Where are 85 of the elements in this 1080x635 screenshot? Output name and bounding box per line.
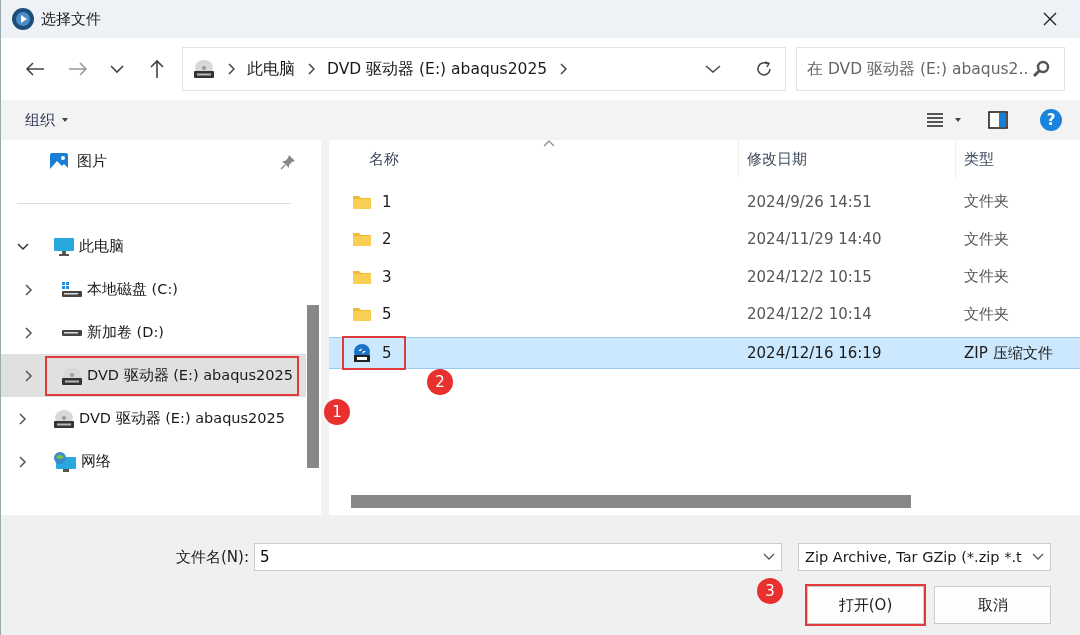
file-row[interactable]: 5 2024/12/16 16:19 ZIP 压缩文件 <box>329 337 1080 369</box>
file-type: 文件夹 <box>963 303 1010 325</box>
chevron-down-icon <box>110 64 124 74</box>
file-type: 文件夹 <box>963 266 1010 288</box>
close-icon <box>1042 11 1058 27</box>
chevron-right-icon[interactable] <box>25 326 33 339</box>
file-name: 1 <box>382 192 392 211</box>
file-name: 2 <box>382 230 392 249</box>
up-arrow-icon <box>148 59 165 79</box>
chevron-down-icon[interactable] <box>17 242 29 251</box>
file-type-dropdown[interactable]: Zip Archive, Tar GZip (*.zip *.t <box>798 543 1051 571</box>
breadcrumb-item[interactable]: DVD 驱动器 (E:) abaqus2025 <box>327 58 548 80</box>
search-input[interactable]: 在 DVD 驱动器 (E:) abaqus2... <box>805 59 1032 79</box>
zip-file-icon <box>352 343 372 363</box>
step-number-badge: 2 <box>427 369 453 395</box>
file-row[interactable]: 1 2024/9/26 14:51 文件夹 <box>329 183 1080 221</box>
folder-icon <box>352 231 372 248</box>
dropdown-arrow-icon <box>61 117 69 123</box>
file-date: 2024/12/16 16:19 <box>746 343 883 364</box>
filename-field[interactable]: 5 <box>254 543 782 571</box>
column-header[interactable]: 名称 <box>329 140 739 178</box>
back-arrow-icon <box>24 61 45 77</box>
organize-menu-button[interactable]: 组织 <box>25 110 69 130</box>
file-date: 2024/11/29 14:40 <box>746 229 883 251</box>
column-header[interactable]: 修改日期 <box>739 140 956 178</box>
disc-drive-icon <box>193 59 215 79</box>
step-number-badge: 3 <box>757 578 783 604</box>
chevron-right-icon <box>559 63 568 75</box>
sidebar-item[interactable]: DVD 驱动器 (E:) abaqus2025 <box>49 400 289 437</box>
column-header[interactable]: 类型 <box>956 140 1080 178</box>
disc-drive-icon <box>53 408 75 429</box>
network-icon <box>53 450 77 473</box>
file-date: 2024/12/2 10:14 <box>746 304 873 326</box>
picture-icon <box>49 151 69 172</box>
drive-icon <box>61 280 83 299</box>
filename-label: 文件名(N): <box>176 547 249 567</box>
file-type: 文件夹 <box>963 191 1010 213</box>
chevron-right-icon[interactable] <box>19 412 27 425</box>
file-name: 5 <box>382 344 392 362</box>
cancel-button[interactable]: 取消 <box>934 586 1051 624</box>
dropdown-arrow-icon <box>954 117 962 123</box>
chevron-right-icon[interactable] <box>19 455 27 468</box>
drive-icon <box>61 327 83 338</box>
address-bar[interactable]: 此电脑 DVD 驱动器 (E:) abaqus2025 <box>182 47 786 91</box>
open-button[interactable]: 打开(O) <box>807 586 924 624</box>
file-name: 3 <box>382 267 392 286</box>
list-view-icon <box>926 113 944 127</box>
file-date: 2024/9/26 14:51 <box>746 191 873 213</box>
sidebar-item[interactable]: 新加卷 (D:) <box>47 314 168 351</box>
file-date: 2024/12/2 10:15 <box>746 266 873 288</box>
forward-arrow-icon <box>67 61 88 77</box>
chevron-right-icon[interactable] <box>25 283 33 296</box>
file-type: ZIP 压缩文件 <box>963 342 1054 364</box>
window-title: 选择文件 <box>41 9 101 29</box>
breadcrumb-item[interactable]: 此电脑 <box>247 58 295 80</box>
sidebar-item[interactable]: 网络 <box>49 443 115 480</box>
scrollbar-thumb[interactable] <box>351 495 911 508</box>
monitor-icon <box>53 236 75 257</box>
chevron-down-icon <box>1032 553 1044 561</box>
step-number-badge: 1 <box>324 399 350 425</box>
file-type: 文件夹 <box>963 228 1010 250</box>
folder-icon <box>352 268 372 285</box>
chevron-right-icon <box>307 63 315 75</box>
chevron-right-icon[interactable] <box>25 369 33 382</box>
filename-input[interactable]: 5 <box>258 547 763 567</box>
folder-icon <box>352 193 372 210</box>
file-row[interactable]: 2 2024/11/29 14:40 文件夹 <box>329 220 1080 258</box>
chevron-down-icon[interactable] <box>705 64 721 74</box>
preview-pane-icon <box>988 111 1008 129</box>
file-row[interactable]: 5 2024/12/2 10:14 文件夹 <box>329 295 1080 333</box>
file-row[interactable]: 3 2024/12/2 10:15 文件夹 <box>329 258 1080 296</box>
folder-icon <box>352 306 372 323</box>
file-name: 5 <box>382 305 392 324</box>
scrollbar-thumb[interactable] <box>307 305 319 468</box>
sidebar-item[interactable]: 此电脑 <box>49 228 128 265</box>
chevron-right-icon <box>227 63 235 75</box>
search-icon <box>1032 60 1050 78</box>
sidebar-item[interactable]: 图片 <box>1 140 306 183</box>
refresh-icon[interactable] <box>755 60 773 78</box>
help-button[interactable]: ? <box>1040 109 1062 131</box>
chevron-down-icon <box>763 553 775 561</box>
app-icon <box>11 7 35 31</box>
sidebar-item[interactable]: 本地磁盘 (C:) <box>47 271 182 308</box>
search-field[interactable]: 在 DVD 驱动器 (E:) abaqus2... <box>796 47 1065 91</box>
disc-drive-icon <box>61 365 83 386</box>
